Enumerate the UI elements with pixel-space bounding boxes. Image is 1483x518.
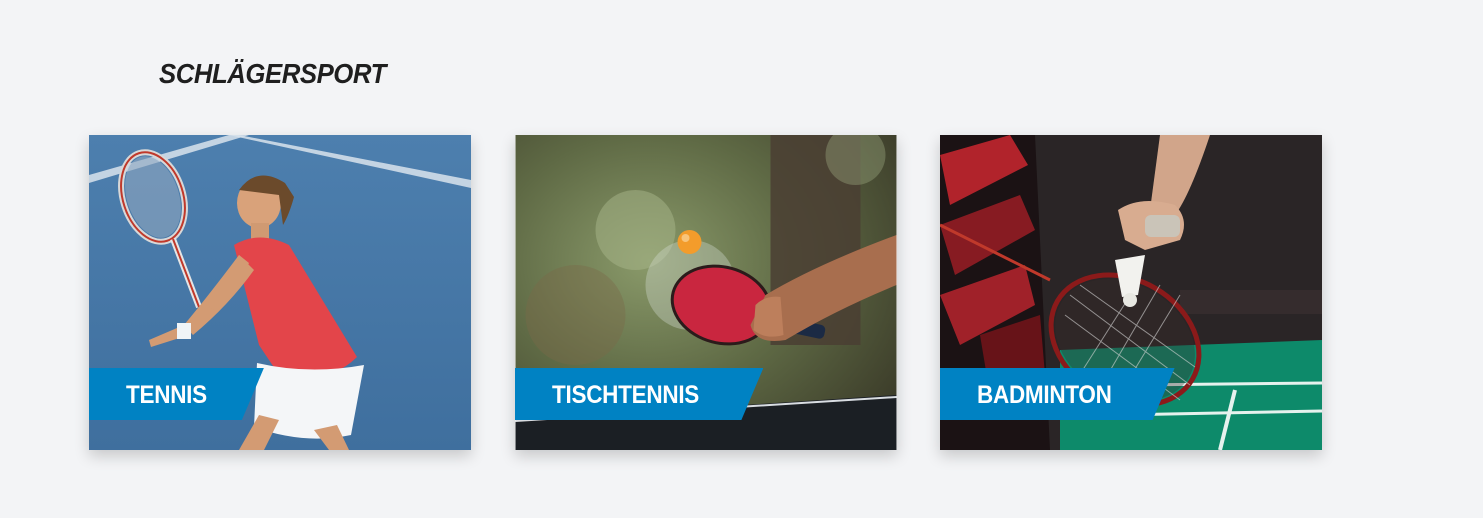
section-title: SCHLÄGERSPORT <box>159 58 386 89</box>
card-label-badminton: BADMINTON <box>940 368 1175 420</box>
card-label-tennis: TENNIS <box>89 368 264 420</box>
card-label-table-tennis: TISCHTENNIS <box>515 368 763 420</box>
category-card-table-tennis[interactable]: TISCHTENNIS <box>515 135 897 450</box>
category-card-badminton[interactable]: BADMINTON <box>940 135 1322 450</box>
category-card-tennis[interactable]: TENNIS <box>89 135 471 450</box>
